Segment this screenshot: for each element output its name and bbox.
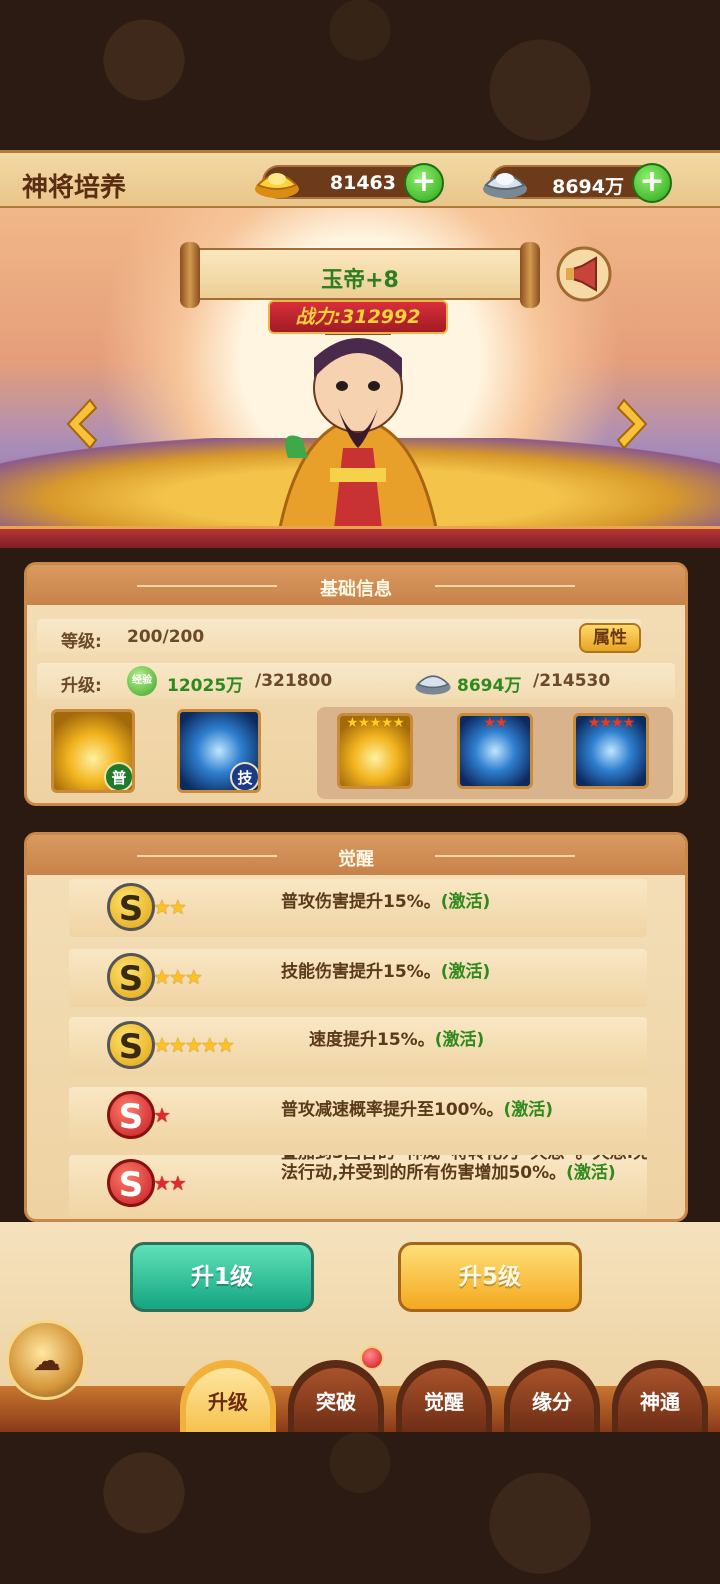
awaken-stars: ★★: [153, 1171, 187, 1195]
silver-ingot-icon: [415, 675, 451, 695]
awaken-description: 技能伤害提升15%。(激活): [281, 962, 491, 982]
horn-icon[interactable]: [556, 246, 612, 302]
awaken-item-5[interactable]: S ★★ 叠加到3回合的“神威”将转化为“天怒”。天怒:无法行动,并受到的所有伤…: [69, 1155, 647, 1217]
level-label: 等级:: [61, 632, 102, 652]
awaken-description: 普攻伤害提升15%。(激活): [281, 892, 491, 912]
awaken-gold-badge-icon: S: [107, 953, 155, 1001]
panel-header-bar: 觉醒: [27, 835, 685, 875]
upgrade-5-level-button[interactable]: 升5级: [398, 1242, 582, 1312]
basic-info-panel: 基础信息 等级: 200/200 属性 升级: 经验 12025万 /32180…: [24, 562, 688, 806]
special-skill-icon[interactable]: 技: [177, 709, 261, 793]
awaken-status: (激活): [434, 1030, 485, 1050]
tab-awaken-label: 觉醒: [402, 1368, 486, 1432]
awaken-gold-badge-icon: S: [107, 883, 155, 931]
awaken-item-4[interactable]: S ★ 普攻减速概率提升至100%。(激活): [69, 1087, 647, 1145]
silver-amount: 8694万: [552, 176, 624, 198]
stage-frame: [0, 526, 720, 548]
awaken-status: (激活): [503, 1100, 554, 1120]
notification-dot: [360, 1346, 384, 1370]
awaken-description: 普攻减速概率提升至100%。(激活): [281, 1100, 554, 1120]
upgrade-1-level-button[interactable]: 升1级: [130, 1242, 314, 1312]
level-row: 等级: 200/200: [37, 619, 641, 655]
equipment-slot-2[interactable]: ★★: [457, 713, 533, 789]
exp-orb-icon: 经验: [127, 666, 157, 696]
hero-name: 玉帝+8: [321, 268, 399, 293]
awaken-item-2[interactable]: S ★★★ 技能伤害提升15%。(激活): [69, 949, 647, 1007]
equipment-slot-3[interactable]: ★★★★: [573, 713, 649, 789]
hero-character-figure: [276, 321, 440, 538]
combat-power-value: 战力:312992: [295, 306, 421, 328]
normal-attack-skill-icon[interactable]: 普: [51, 709, 135, 793]
silver-required: /214530: [533, 671, 611, 691]
page-title: 神将培养: [22, 172, 127, 202]
awaken-status: (激活): [440, 892, 491, 912]
tab-breakthrough-label: 突破: [294, 1368, 378, 1432]
background-top: [0, 0, 720, 150]
tab-upgrade-label: 升级: [186, 1368, 270, 1432]
awaken-status: (激活): [440, 962, 491, 982]
tab-fate-label: 缘分: [510, 1368, 594, 1432]
panel-header-bar: 基础信息: [27, 565, 685, 605]
equipment-slots-group: ★★★★★ ★★ ★★★★: [317, 707, 673, 799]
prev-hero-arrow-icon[interactable]: [60, 396, 100, 452]
awaken-stars: ★★: [153, 895, 187, 919]
combat-power-badge: 战力:312992: [268, 300, 448, 334]
silver-current: 8694万: [457, 676, 522, 696]
gold-currency: 81463 +: [255, 163, 444, 203]
back-button[interactable]: ☁: [6, 1320, 86, 1400]
normal-attack-tag: 普: [104, 762, 132, 790]
awaken-description: 速度提升15%。(激活): [309, 1030, 485, 1050]
awaken-gold-badge-icon: S: [107, 1021, 155, 1069]
exp-required: /321800: [255, 671, 333, 691]
add-silver-button[interactable]: +: [632, 163, 672, 203]
awaken-red-badge-icon: S: [107, 1159, 155, 1207]
add-gold-button[interactable]: +: [404, 163, 444, 203]
silver-ingot-icon: [483, 173, 527, 198]
awaken-title: 觉醒: [338, 849, 374, 870]
next-hero-arrow-icon[interactable]: [614, 396, 654, 452]
level-value: 200/200: [127, 627, 205, 647]
top-header: 神将培养 81463 + 8694万 +: [0, 150, 720, 208]
awaken-status: (激活): [566, 1163, 616, 1183]
cloud-swirl-icon: ☁: [33, 1344, 61, 1377]
awaken-item-3[interactable]: S ★★★★★ 速度提升15%。(激活): [69, 1017, 647, 1075]
special-skill-tag: 技: [230, 762, 258, 790]
awaken-stars: ★★★★★: [153, 1033, 235, 1057]
gold-amount: 81463: [329, 172, 396, 194]
awaken-stars: ★: [153, 1103, 171, 1127]
awaken-item-1[interactable]: S ★★ 普攻伤害提升15%。(激活): [69, 879, 647, 937]
equipment-slot-1[interactable]: ★★★★★: [337, 713, 413, 789]
hero-stage: 玉帝+8 战力:312992: [0, 208, 720, 548]
hero-name-scroll: 玉帝+8: [180, 242, 540, 308]
equipment-stars-3: ★★★★: [587, 715, 635, 731]
gold-ingot-icon: [255, 173, 299, 198]
awaken-description: 叠加到3回合的“神威”将转化为“天怒”。天怒:无法行动,并受到的所有伤害增加50…: [281, 1155, 647, 1183]
tab-divine-label: 神通: [618, 1368, 702, 1432]
attributes-button[interactable]: 属性: [579, 623, 641, 653]
upgrade-row: 升级: 经验 12025万 /321800 8694万 /214530: [37, 663, 675, 699]
background-bottom: [0, 1432, 720, 1584]
awaken-stars: ★★★: [153, 965, 203, 989]
equipment-stars-2: ★★: [483, 715, 507, 731]
upgrade-label: 升级:: [61, 676, 102, 696]
awaken-red-badge-icon: S: [107, 1091, 155, 1139]
basic-info-title: 基础信息: [320, 579, 392, 600]
awaken-panel: 觉醒 S ★★ 普攻伤害提升15%。(激活) S ★★★ 技能伤害提升15%。(…: [24, 832, 688, 1222]
silver-currency: 8694万 +: [483, 163, 672, 203]
equipment-stars-1: ★★★★★: [346, 715, 405, 731]
exp-current: 12025万: [167, 676, 244, 696]
